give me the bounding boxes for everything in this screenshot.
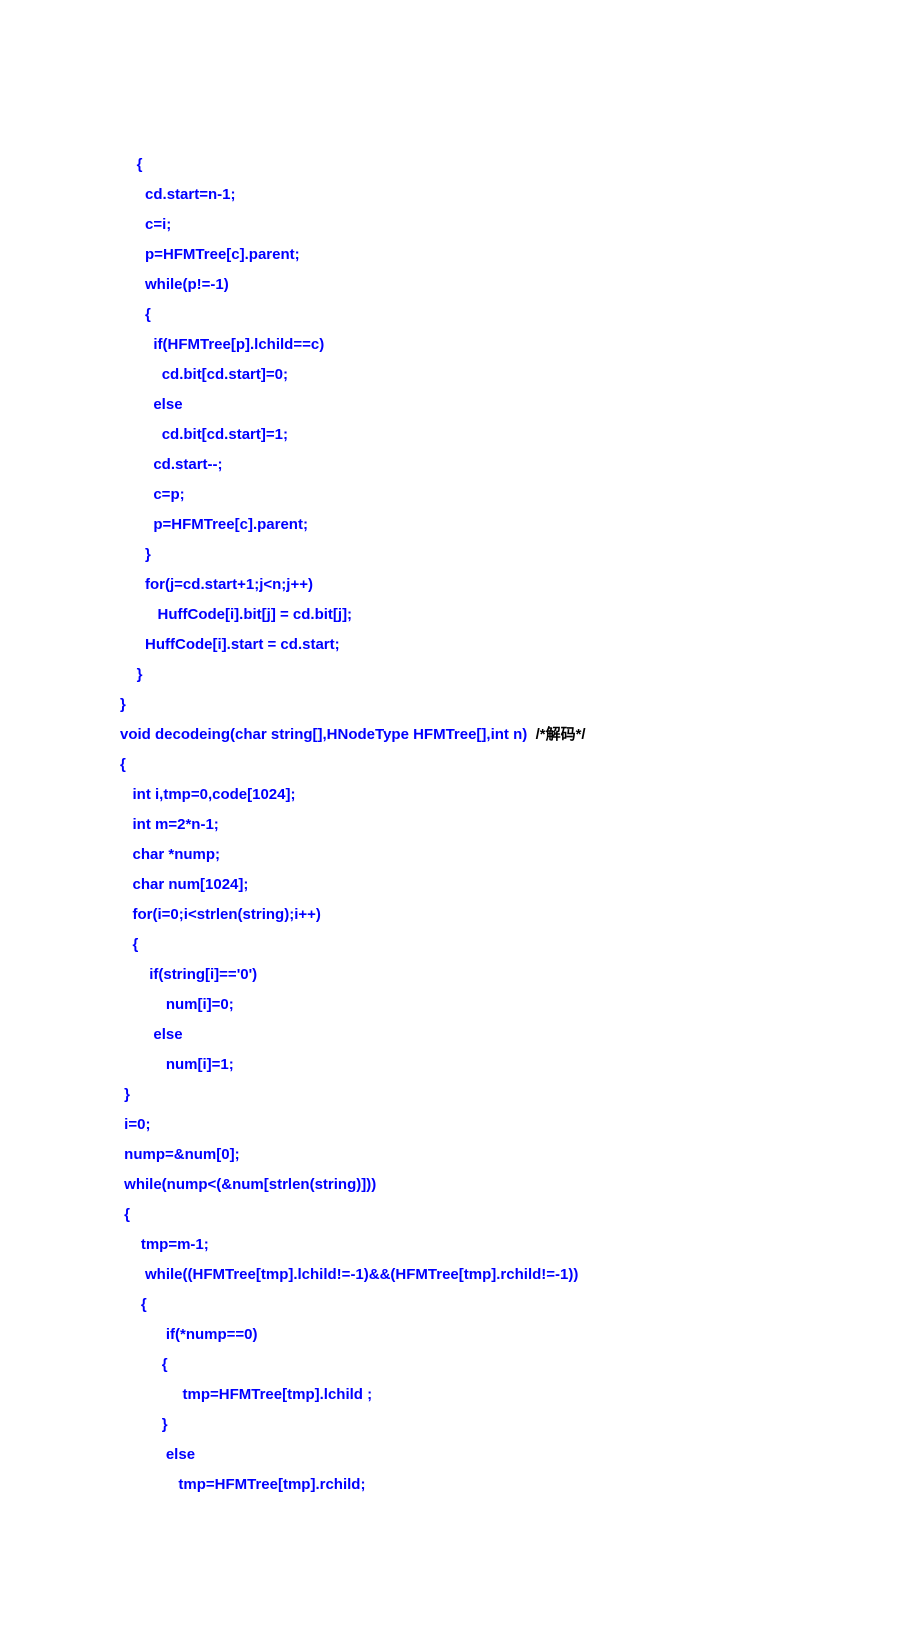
code-token: cd.start=n-1; (145, 186, 235, 203)
code-token: cd.bit[cd.start]=1; (162, 426, 288, 443)
code-line: else (120, 1020, 920, 1050)
code-token: tmp=m-1; (141, 1236, 209, 1253)
code-line: char num[1024]; (120, 870, 920, 900)
code-token: tmp=HFMTree[tmp].rchild; (178, 1476, 365, 1493)
code-token: { (137, 156, 143, 173)
code-token: for(j=cd.start+1;j<n;j++) (145, 576, 313, 593)
code-line: for(j=cd.start+1;j<n;j++) (120, 570, 920, 600)
code-line: else (120, 390, 920, 420)
code-line: cd.bit[cd.start]=0; (120, 360, 920, 390)
code-token: num[i]=1; (166, 1056, 234, 1073)
code-token: /*解码*/ (536, 726, 586, 743)
code-token: p=HFMTree[c].parent; (153, 516, 308, 533)
code-token: char num[1024]; (133, 876, 249, 893)
code-line: c=i; (120, 210, 920, 240)
code-token: { (133, 936, 139, 953)
code-token: nump=&num[0]; (124, 1146, 239, 1163)
code-token: while((HFMTree[tmp].lchild!=-1)&&(HFMTre… (145, 1266, 578, 1283)
code-line: { (120, 750, 920, 780)
code-line: cd.start=n-1; (120, 180, 920, 210)
code-line: } (120, 660, 920, 690)
code-token: } (120, 696, 126, 713)
code-token: HuffCode[i].start = cd.start; (145, 636, 340, 653)
code-token: tmp=HFMTree[tmp].lchild ; (183, 1386, 373, 1403)
code-line: { (120, 1350, 920, 1380)
code-line: HuffCode[i].start = cd.start; (120, 630, 920, 660)
code-line: num[i]=0; (120, 990, 920, 1020)
code-line: while((HFMTree[tmp].lchild!=-1)&&(HFMTre… (120, 1260, 920, 1290)
code-token: } (145, 546, 151, 563)
code-line: tmp=m-1; (120, 1230, 920, 1260)
code-token: else (149, 1026, 182, 1043)
code-token: { (124, 1206, 130, 1223)
code-token: { (120, 756, 126, 773)
code-token: char *nump; (133, 846, 221, 863)
code-token: for(i=0;i<strlen(string);i++) (133, 906, 321, 923)
code-line: int i,tmp=0,code[1024]; (120, 780, 920, 810)
code-token: num[i]=0; (166, 996, 234, 1013)
code-token: else (166, 1446, 195, 1463)
code-token: { (145, 306, 151, 323)
code-token: else (153, 396, 182, 413)
code-token: p=HFMTree[c].parent; (145, 246, 300, 263)
code-token: if(string[i]=='0') (149, 966, 257, 983)
code-line: { (120, 1200, 920, 1230)
code-token: c=i; (145, 216, 171, 233)
code-line: num[i]=1; (120, 1050, 920, 1080)
code-token: { (162, 1356, 168, 1373)
code-line: { (120, 930, 920, 960)
code-line: } (120, 540, 920, 570)
code-line: cd.start--; (120, 450, 920, 480)
code-line: else (120, 1440, 920, 1470)
code-line: } (120, 690, 920, 720)
code-token: { (141, 1296, 147, 1313)
code-token: if(HFMTree[p].lchild==c) (153, 336, 324, 353)
code-line: nump=&num[0]; (120, 1140, 920, 1170)
code-token: cd.bit[cd.start]=0; (162, 366, 288, 383)
code-line: HuffCode[i].bit[j] = cd.bit[j]; (120, 600, 920, 630)
code-line: p=HFMTree[c].parent; (120, 240, 920, 270)
code-line: char *nump; (120, 840, 920, 870)
code-line: cd.bit[cd.start]=1; (120, 420, 920, 450)
code-line: int m=2*n-1; (120, 810, 920, 840)
code-line: } (120, 1410, 920, 1440)
code-token: void decodeing(char string[],HNodeType H… (120, 726, 536, 743)
code-token: } (137, 666, 143, 683)
code-line: if(*nump==0) (120, 1320, 920, 1350)
code-line: if(HFMTree[p].lchild==c) (120, 330, 920, 360)
code-token: int m=2*n-1; (133, 816, 219, 833)
code-line: { (120, 1290, 920, 1320)
code-line: void decodeing(char string[],HNodeType H… (120, 720, 920, 750)
code-line: p=HFMTree[c].parent; (120, 510, 920, 540)
code-token: cd.start--; (153, 456, 222, 473)
code-line: } (120, 1080, 920, 1110)
code-line: { (120, 150, 920, 180)
code-token: while(p!=-1) (145, 276, 229, 293)
code-token: while(nump<(&num[strlen(string)])) (124, 1176, 376, 1193)
code-line: c=p; (120, 480, 920, 510)
code-line: while(p!=-1) (120, 270, 920, 300)
code-token: int i,tmp=0,code[1024]; (133, 786, 296, 803)
code-token: i=0; (124, 1116, 150, 1133)
code-line: for(i=0;i<strlen(string);i++) (120, 900, 920, 930)
code-token: c=p; (153, 486, 184, 503)
code-line: i=0; (120, 1110, 920, 1140)
code-line: while(nump<(&num[strlen(string)])) (120, 1170, 920, 1200)
code-token: if(*nump==0) (166, 1326, 258, 1343)
code-line: tmp=HFMTree[tmp].lchild ; (120, 1380, 920, 1410)
code-token: HuffCode[i].bit[j] = cd.bit[j]; (158, 606, 353, 623)
code-line: tmp=HFMTree[tmp].rchild; (120, 1470, 920, 1500)
code-token: } (124, 1086, 130, 1103)
code-block: { cd.start=n-1; c=i; p=HFMTree[c].parent… (120, 150, 920, 1500)
code-token: } (162, 1416, 168, 1433)
code-line: if(string[i]=='0') (120, 960, 920, 990)
code-line: { (120, 300, 920, 330)
